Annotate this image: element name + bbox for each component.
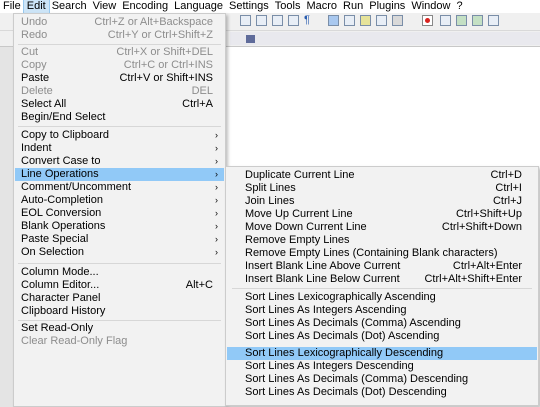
submenu-item-split-lines[interactable]: Split Lines Ctrl+I [227,182,537,195]
indent-guide-icon[interactable] [288,15,299,26]
menu-item-redo: Redo Ctrl+Y or Ctrl+Shift+Z [21,29,213,41]
monitor-icon[interactable] [392,15,403,26]
menu-settings[interactable]: Settings [226,0,272,13]
submenu-item-sort-int-asc[interactable]: Sort Lines As Integers Ascending [227,304,537,317]
doc-map-icon[interactable] [360,15,371,26]
open-file-icon[interactable] [256,15,267,26]
submenu-item-sort-lex-desc[interactable]: Sort Lines Lexicographically Descending [227,347,537,360]
paragraph-icon[interactable]: ¶ [304,15,315,26]
menu-run[interactable]: Run [340,0,366,13]
menu-macro[interactable]: Macro [303,0,340,13]
submenu-item-sort-dec-dot-asc[interactable]: Sort Lines As Decimals (Dot) Ascending [227,330,537,343]
menu-item-character-panel[interactable]: Character Panel [15,292,224,305]
menu-bar: File Edit Search View Encoding Language … [0,0,540,14]
menu-separator [18,126,221,127]
menu-item-delete: Delete DEL [21,85,213,97]
function-list-icon[interactable] [344,15,355,26]
menu-item-convert-case[interactable]: Convert Case to › [15,155,224,168]
record-macro-icon[interactable] [422,15,433,26]
submenu-arrow-icon: › [215,156,218,166]
menu-item-column-editor[interactable]: Column Editor... Alt+C [15,279,224,292]
menu-window[interactable]: Window [408,0,453,13]
submenu-item-sort-dec-comma-desc[interactable]: Sort Lines As Decimals (Comma) Descendin… [227,373,537,386]
menu-separator [18,320,221,321]
submenu-arrow-icon: › [215,130,218,140]
play-macro-icon[interactable] [456,15,467,26]
submenu-arrow-icon: › [215,221,218,231]
submenu-item-duplicate-line[interactable]: Duplicate Current Line Ctrl+D [227,169,537,182]
edit-menu: Undo Ctrl+Z or Alt+Backspace Redo Ctrl+Y o… [13,13,226,407]
menu-item-paste-special[interactable]: Paste Special › [15,233,224,246]
menu-item-set-read-only[interactable]: Set Read-Only [15,322,224,335]
menu-item-cut: Cut Ctrl+X or Shift+DEL [21,46,213,58]
menu-encoding[interactable]: Encoding [119,0,171,13]
submenu-arrow-icon: › [215,208,218,218]
menu-file[interactable]: File [0,0,24,13]
menu-separator [18,263,221,264]
save-icon[interactable] [272,15,283,26]
wrap-icon[interactable] [328,15,339,26]
submenu-item-sort-dec-dot-desc[interactable]: Sort Lines As Decimals (Dot) Descending [227,386,537,399]
menu-item-auto-completion[interactable]: Auto-Completion › [15,194,224,207]
menu-plugins[interactable]: Plugins [366,0,408,13]
save-macro-icon[interactable] [488,15,499,26]
menu-item-undo: Undo Ctrl+Z or Alt+Backspace [21,16,213,28]
submenu-arrow-icon: › [215,247,218,257]
document-tab[interactable] [230,32,540,45]
menu-item-comment-uncomment[interactable]: Comment/Uncomment › [15,181,224,194]
menu-item-select-all[interactable]: Select All Ctrl+A [15,98,224,111]
submenu-item-sort-int-desc[interactable]: Sort Lines As Integers Descending [227,360,537,373]
menu-item-on-selection[interactable]: On Selection › [15,246,224,259]
run-macro-multiple-icon[interactable] [472,15,483,26]
submenu-item-insert-blank-above[interactable]: Insert Blank Line Above Current Ctrl+Alt+… [227,260,537,273]
menu-item-copy: Copy Ctrl+C or Ctrl+INS [21,59,213,71]
submenu-arrow-icon: › [215,234,218,244]
new-file-icon[interactable] [240,15,251,26]
submenu-item-remove-empty-lines-blank[interactable]: Remove Empty Lines (Containing Blank cha… [227,247,537,260]
menu-item-clear-read-only: Clear Read-Only Flag [21,335,128,347]
menu-item-begin-end-select[interactable]: Begin/End Select [15,111,224,124]
menu-item-paste[interactable]: Paste Ctrl+V or Shift+INS [15,72,224,85]
menu-item-eol-conversion[interactable]: EOL Conversion › [15,207,224,220]
submenu-item-insert-blank-below[interactable]: Insert Blank Line Below Current Ctrl+Alt+… [227,273,537,286]
menu-separator [232,288,532,289]
submenu-arrow-icon: › [215,169,218,179]
submenu-arrow-icon: › [215,182,218,192]
submenu-arrow-icon: › [215,195,218,205]
submenu-item-sort-dec-comma-asc[interactable]: Sort Lines As Decimals (Comma) Ascending [227,317,537,330]
menu-view[interactable]: View [90,0,120,13]
menu-item-line-operations[interactable]: Line Operations › [15,168,224,181]
menu-search[interactable]: Search [49,0,90,13]
document-tab-icon [246,35,255,43]
menu-item-copy-to-clipboard[interactable]: Copy to Clipboard › [15,129,224,142]
menu-item-column-mode[interactable]: Column Mode... [15,266,224,279]
submenu-item-remove-empty-lines[interactable]: Remove Empty Lines [227,234,537,247]
menu-tools[interactable]: Tools [272,0,304,13]
submenu-item-sort-lex-asc[interactable]: Sort Lines Lexicographically Ascending [227,291,537,304]
folder-workspace-icon[interactable] [376,15,387,26]
menu-help[interactable]: ? [453,0,465,13]
submenu-item-join-lines[interactable]: Join Lines Ctrl+J [227,195,537,208]
submenu-item-move-up[interactable]: Move Up Current Line Ctrl+Shift+Up [227,208,537,221]
menu-item-indent[interactable]: Indent › [15,142,224,155]
menu-separator [18,44,221,45]
menu-language[interactable]: Language [171,0,226,13]
menu-item-clipboard-history[interactable]: Clipboard History [15,305,224,318]
stop-record-icon[interactable] [440,15,451,26]
menu-edit[interactable]: Edit [22,0,50,14]
line-operations-submenu: Duplicate Current Line Ctrl+D Split Lines… [225,166,539,406]
menu-item-blank-operations[interactable]: Blank Operations › [15,220,224,233]
submenu-arrow-icon: › [215,143,218,153]
submenu-item-move-down[interactable]: Move Down Current Line Ctrl+Shift+Down [227,221,537,234]
